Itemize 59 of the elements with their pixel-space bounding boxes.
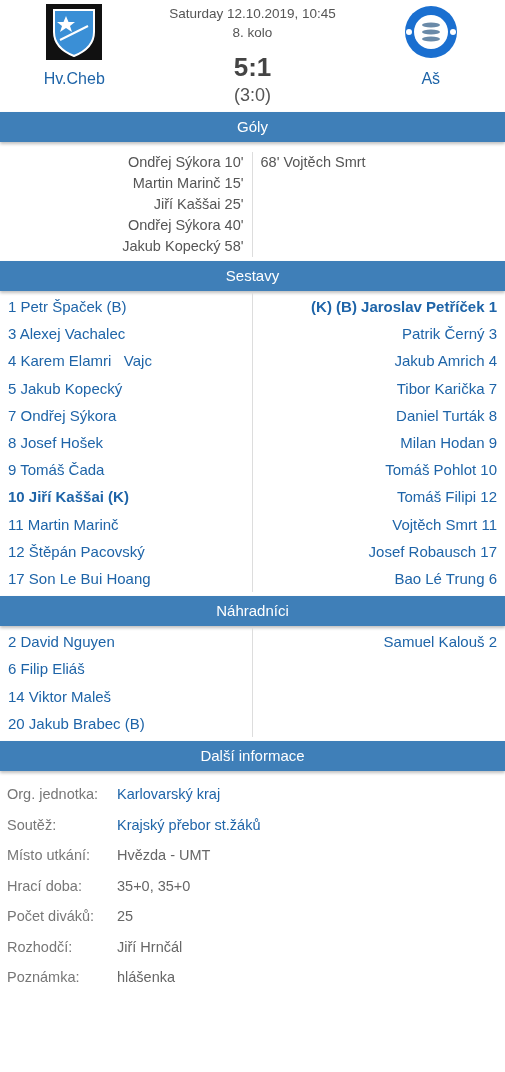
info-value: 25 xyxy=(117,908,134,925)
info-label: Rozhodčí: xyxy=(7,937,74,957)
info-label: Hrací doba: xyxy=(7,876,83,896)
player-link[interactable]: Tomáš Pohlot 10 xyxy=(385,456,497,484)
section-header: Další informace xyxy=(0,741,505,772)
section-header: Náhradníci xyxy=(0,596,505,627)
player-link[interactable]: Vojtěch Smrt 11 xyxy=(392,510,497,538)
player-link[interactable]: 7 Ondřej Sýkora xyxy=(8,401,117,429)
club-crest-icon xyxy=(402,4,459,60)
info-value: 35+0, 35+0 xyxy=(117,877,191,894)
round-label: 8. kolo xyxy=(232,24,273,42)
match-date: Saturday 12.10.2019, 10:45 xyxy=(169,5,336,23)
info-link[interactable]: Karlovarský kraj xyxy=(117,786,221,803)
player-link[interactable]: 3 Alexej Vachalec xyxy=(8,320,126,348)
player-link[interactable]: 17 Son Le Bui Hoang xyxy=(8,565,151,593)
player-link[interactable]: 20 Jakub Brabec (B) xyxy=(8,709,145,738)
section-header: Góly xyxy=(0,112,505,142)
team-link[interactable]: Hv.Cheb xyxy=(43,70,105,88)
info-label: Soutěž: xyxy=(7,815,58,835)
info-value: Hvězda - UMT xyxy=(117,847,211,864)
goal-entry: Ondřej Sýkora 40' xyxy=(127,216,244,235)
halftime-score: (3:0) xyxy=(234,85,271,106)
info-value: hlášenka xyxy=(117,969,176,986)
player-link[interactable]: Josef Robausch 17 xyxy=(368,537,497,566)
player-link[interactable]: 1 Petr Špaček (B) xyxy=(8,293,127,321)
club-crest-icon xyxy=(46,4,103,60)
info-label: Poznámka: xyxy=(7,968,81,988)
player-link[interactable]: (K) (B) Jaroslav Petříček 1 xyxy=(311,293,497,321)
team-link[interactable]: Aš xyxy=(421,70,441,88)
player-link[interactable]: 4 Karem Elamri Vajc xyxy=(8,347,152,375)
player-link[interactable]: 2 David Nguyen xyxy=(8,628,115,656)
info-value: Jiří Hrnčál xyxy=(117,938,183,955)
player-link[interactable]: 9 Tomáš Čada xyxy=(8,456,105,484)
player-link[interactable]: 10 Jiří Kaššai (K) xyxy=(8,483,129,511)
player-link[interactable]: Daniel Turták 8 xyxy=(396,401,497,429)
goal-entry: Jiří Kaššai 25' xyxy=(153,195,244,214)
player-link[interactable]: Milan Hodan 9 xyxy=(400,429,497,457)
info-label: Místo utkání: xyxy=(7,846,91,866)
player-link[interactable]: 8 Josef Hošek xyxy=(8,429,104,457)
section-header: Sestavy xyxy=(0,261,505,291)
player-link[interactable]: Jakub Amrich 4 xyxy=(394,347,497,375)
player-link[interactable]: 14 Viktor Maleš xyxy=(8,682,112,710)
player-link[interactable]: 12 Štěpán Pacovský xyxy=(8,537,145,566)
player-link[interactable]: 11 Martin Marinč xyxy=(8,510,119,538)
player-link[interactable]: Patrik Černý 3 xyxy=(401,320,497,348)
goal-entry: 68' Vojtěch Smrt xyxy=(260,153,366,172)
info-link[interactable]: Krajský přebor st.žáků xyxy=(117,816,261,833)
goal-entry: Martin Marinč 15' xyxy=(132,174,244,193)
player-link[interactable]: 5 Jakub Kopecký xyxy=(8,374,123,402)
player-link[interactable]: Bao Lé Trung 6 xyxy=(394,565,497,593)
player-link[interactable]: Samuel Kalouš 2 xyxy=(383,628,497,656)
player-link[interactable]: Tomáš Filipi 12 xyxy=(396,483,497,511)
goal-entry: Jakub Kopecký 58' xyxy=(122,237,244,256)
player-link[interactable]: 6 Filip Eliáš xyxy=(8,655,85,683)
info-label: Počet diváků: xyxy=(7,907,96,927)
match-score: 5:1 xyxy=(233,52,272,83)
player-link[interactable]: Tibor Karička 7 xyxy=(396,374,497,402)
info-label: Org. jednotka: xyxy=(7,785,100,805)
goal-entry: Ondřej Sýkora 10' xyxy=(127,153,244,172)
